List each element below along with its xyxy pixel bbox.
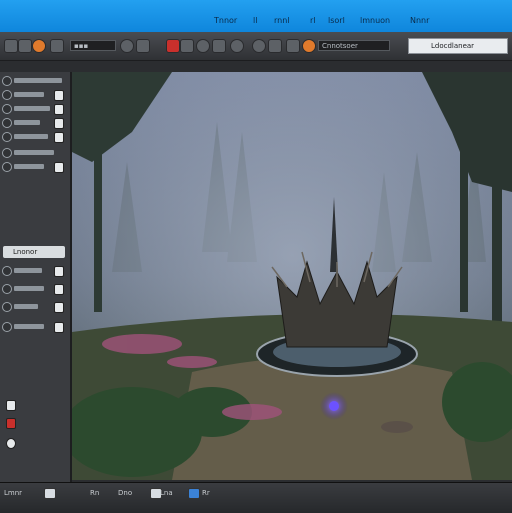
toggle-icon (2, 148, 12, 158)
scene-viewport[interactable] (72, 72, 512, 480)
panel-row[interactable] (2, 284, 66, 295)
toggle-icon (2, 266, 12, 276)
right-field[interactable]: Ldocdlanear (408, 38, 508, 54)
toggle-icon (2, 132, 12, 142)
grid-icon[interactable] (50, 39, 64, 53)
scene-render (72, 72, 512, 480)
globe-icon[interactable] (252, 39, 266, 53)
menu-item-7[interactable]: Nnnr (410, 16, 429, 25)
slider[interactable] (14, 304, 38, 309)
slider[interactable] (14, 78, 62, 83)
layers-icon[interactable] (268, 39, 282, 53)
search-field[interactable]: Cnnotsoer (318, 40, 390, 51)
warning-icon[interactable] (302, 39, 316, 53)
status-bar: Lmnr Rn Dno Lna Rr (0, 482, 512, 513)
light-icon[interactable] (212, 39, 226, 53)
toggle-icon (2, 322, 12, 332)
slider[interactable] (14, 286, 44, 291)
toggle-icon (2, 162, 12, 172)
panel-row[interactable] (2, 118, 66, 129)
slider[interactable] (14, 134, 48, 139)
panel-row[interactable] (2, 132, 66, 143)
checkbox[interactable] (54, 302, 64, 313)
rotate-icon[interactable] (120, 39, 134, 53)
frame-icon[interactable] (136, 39, 150, 53)
panel-row[interactable] (2, 148, 66, 158)
slider[interactable] (14, 106, 50, 111)
slider[interactable] (14, 164, 44, 169)
checkbox[interactable] (54, 132, 64, 143)
slider[interactable] (14, 324, 44, 329)
toggle-icon (2, 284, 12, 294)
checkbox[interactable] (6, 400, 16, 411)
menu-item-3[interactable]: rnnl (274, 16, 290, 25)
checkbox[interactable] (54, 284, 64, 295)
checkbox[interactable] (54, 162, 64, 173)
status-field[interactable]: Lna (160, 489, 173, 497)
properties-panel: Lnonor (0, 72, 72, 482)
checkbox[interactable] (54, 90, 64, 101)
toggle-icon (2, 104, 12, 114)
menu-item-1[interactable]: Tnnor (214, 16, 237, 25)
menu-item-4[interactable]: rl (310, 16, 316, 25)
section-header[interactable]: Lnonor (3, 246, 65, 258)
status-blue-button[interactable] (188, 488, 200, 499)
status-field[interactable]: Dno (118, 489, 132, 497)
panel-row[interactable] (2, 76, 66, 86)
status-toggle[interactable] (44, 488, 56, 499)
panel-row[interactable] (2, 162, 66, 173)
panel-row[interactable] (2, 90, 66, 101)
panel-row[interactable] (2, 322, 66, 333)
toggle-icon (2, 118, 12, 128)
toggle-icon (2, 90, 12, 100)
camera-icon[interactable] (196, 39, 210, 53)
checkbox[interactable] (54, 118, 64, 129)
status-label: Lmnr (4, 489, 23, 497)
slider[interactable] (14, 150, 54, 155)
select-tool-icon[interactable] (4, 39, 18, 53)
move-tool-icon[interactable] (18, 39, 32, 53)
menu-item-5[interactable]: lsorl (328, 16, 345, 25)
toggle-icon (2, 302, 12, 312)
checkbox[interactable] (54, 104, 64, 115)
toggle-icon (2, 76, 12, 86)
status-field[interactable]: Rr (202, 489, 210, 497)
mode-field[interactable]: ▪▪▪ (70, 40, 116, 51)
checkbox[interactable] (54, 266, 64, 277)
status-field[interactable]: Rn (90, 489, 99, 497)
record-toggle[interactable] (6, 418, 16, 429)
panel-row[interactable] (2, 266, 66, 277)
panel-row[interactable] (2, 302, 66, 313)
view-icon[interactable] (286, 39, 300, 53)
menu-item-2[interactable]: ll (253, 16, 257, 25)
panel-row[interactable] (2, 104, 66, 115)
radio-button[interactable] (6, 438, 16, 449)
menu-item-6[interactable]: lmnuon (360, 16, 390, 25)
slider[interactable] (14, 268, 42, 273)
title-bar: Tnnor ll rnnl rl lsorl lmnuon Nnnr (0, 0, 512, 32)
checkbox[interactable] (54, 322, 64, 333)
record-icon[interactable] (32, 39, 46, 53)
pause-icon[interactable] (180, 39, 194, 53)
sphere-icon[interactable] (230, 39, 244, 53)
slider[interactable] (14, 120, 40, 125)
stop-icon[interactable] (166, 39, 180, 53)
slider[interactable] (14, 92, 44, 97)
